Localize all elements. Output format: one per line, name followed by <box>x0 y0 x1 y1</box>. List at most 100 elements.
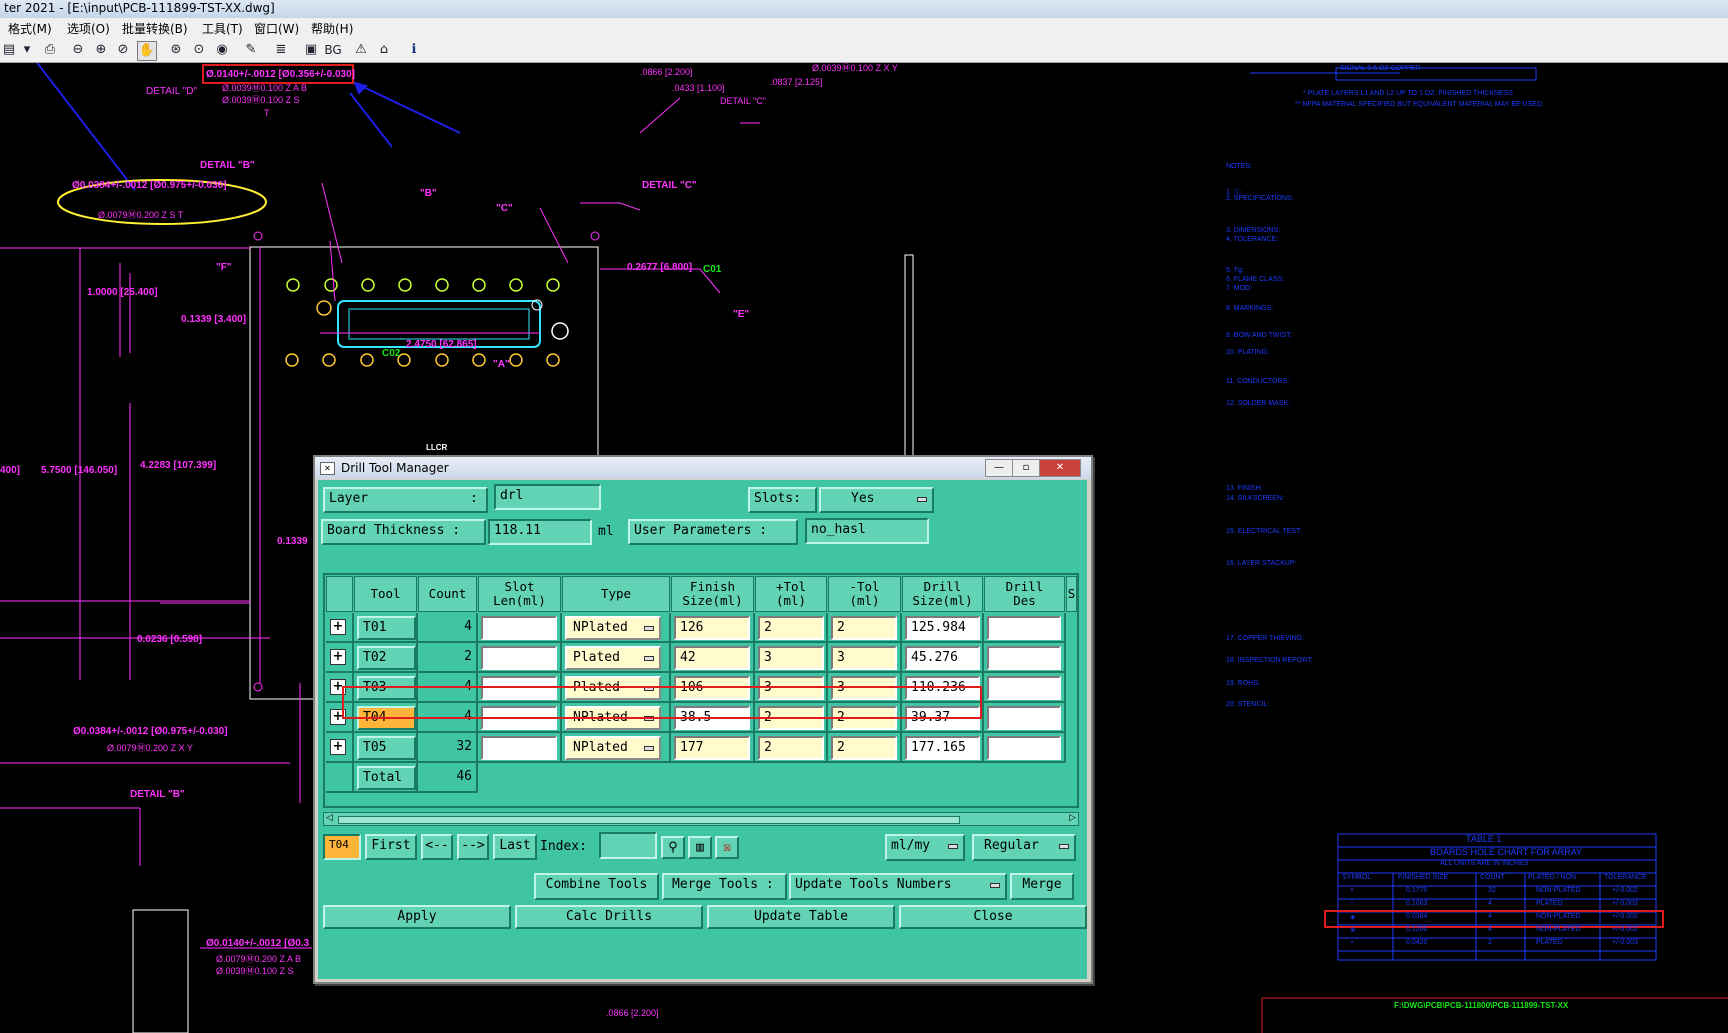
calc-drills-button[interactable]: Calc Drills <box>515 905 703 929</box>
drill-des-input[interactable] <box>987 706 1061 730</box>
prev-button[interactable]: <-- <box>421 834 453 860</box>
merge-button[interactable]: Merge <box>1010 873 1074 900</box>
zoom-out-icon[interactable]: ⊖ <box>69 41 87 59</box>
slots-dropdown[interactable]: Yes <box>819 487 934 513</box>
minus-tol-input[interactable]: 2 <box>831 616 897 640</box>
horizontal-scrollbar[interactable]: ◁ ▷ <box>323 812 1079 826</box>
next-button[interactable]: --> <box>457 834 489 860</box>
expand-plus-icon[interactable]: + <box>330 619 346 635</box>
menu-batch-convert[interactable]: 批量转换(B) <box>122 20 188 37</box>
minus-tol-input[interactable]: 3 <box>831 646 897 670</box>
type-dropdown[interactable]: NPlated <box>565 736 661 760</box>
minimize-icon[interactable]: — <box>985 459 1013 477</box>
type-dropdown[interactable]: NPlated <box>565 616 661 640</box>
expand-plus-icon[interactable]: + <box>330 649 346 665</box>
type-dropdown[interactable]: Plated <box>565 646 661 670</box>
expand-plus-icon[interactable]: + <box>330 739 346 755</box>
drill-size-input[interactable]: 45.276 <box>905 646 980 670</box>
first-button[interactable]: First <box>365 834 417 860</box>
tool-count: 4 <box>464 619 472 634</box>
zoom-window-icon[interactable]: ⊘ <box>114 41 132 59</box>
index-input[interactable] <box>599 832 657 859</box>
finish-size-input[interactable]: 42 <box>674 646 750 670</box>
plus-tol-input[interactable]: 2 <box>758 736 824 760</box>
update-table-button[interactable]: Update Table <box>707 905 895 929</box>
info-icon[interactable]: ℹ <box>405 41 423 59</box>
drill-size-input[interactable]: 177.165 <box>905 736 980 760</box>
tool-button[interactable]: T02 <box>357 646 416 670</box>
header-type: Type <box>562 576 670 612</box>
dropdown-arrow-icon[interactable]: ▾ <box>18 41 36 59</box>
scroll-thumb[interactable] <box>338 816 960 824</box>
board-thickness-input[interactable]: 118.11 <box>488 519 592 545</box>
table1-cell: 2 <box>1488 939 1492 946</box>
zoom-extents-icon[interactable]: ⊛ <box>167 41 185 59</box>
scroll-left-icon[interactable]: ◁ <box>326 813 333 823</box>
zoom-in-icon[interactable]: ⊕ <box>92 41 110 59</box>
plate-note: * PLATE LAYERS L1 AND L2 UP TO 1 OZ. FIN… <box>1303 90 1514 97</box>
home-icon[interactable]: ⌂ <box>375 41 393 59</box>
maximize-icon[interactable]: ▫ <box>1012 459 1040 477</box>
menu-tools[interactable]: 工具(T) <box>202 20 243 37</box>
note-item: 16. LAYER STACKUP: <box>1226 560 1297 567</box>
filter-icon[interactable]: ▥ <box>688 836 712 859</box>
plus-tol-input[interactable]: 2 <box>758 616 824 640</box>
drill-des-input[interactable] <box>987 676 1061 700</box>
layer-manager-icon[interactable]: ≣ <box>272 41 290 59</box>
last-button[interactable]: Last <box>493 834 537 860</box>
header-count: Count <box>418 576 477 612</box>
layers-icon[interactable]: ▤ <box>0 41 18 59</box>
menu-options[interactable]: 选项(O) <box>67 20 110 37</box>
layer-input[interactable]: drl <box>494 484 601 510</box>
tool-button[interactable]: T01 <box>357 616 416 640</box>
plus-tol-input[interactable]: 3 <box>758 646 824 670</box>
print-icon[interactable]: ⎙ <box>41 41 59 59</box>
des-cell <box>984 733 1066 763</box>
minus-tol-input[interactable]: 2 <box>831 736 897 760</box>
tool-button[interactable]: T05 <box>357 736 416 760</box>
slots-label: Slots: <box>748 487 817 513</box>
warning-icon[interactable]: ⚠ <box>352 41 370 59</box>
close-icon[interactable]: ✕ <box>1039 459 1081 477</box>
close-button[interactable]: Close <box>899 905 1087 929</box>
scroll-right-icon[interactable]: ▷ <box>1069 813 1076 823</box>
drill-size-input[interactable]: 125.984 <box>905 616 980 640</box>
menu-window[interactable]: 窗口(W) <box>254 20 299 37</box>
zoom-realtime-icon[interactable]: ⊙ <box>190 41 208 59</box>
top-dim-3: .0433 [1.100] <box>672 83 725 93</box>
menu-help[interactable]: 帮助(H) <box>311 20 353 37</box>
update-tools-numbers-dropdown[interactable]: Update Tools Numbers <box>789 873 1007 900</box>
search-icon[interactable]: ⚲ <box>661 836 685 859</box>
menu-format[interactable]: 格式(M) <box>8 20 52 37</box>
user-parameters-input[interactable]: no_hasl <box>805 518 929 544</box>
table1-cell: PLATED <box>1536 900 1563 907</box>
slot-len-input[interactable] <box>481 646 557 670</box>
table1-cell: 0.1063 <box>1406 900 1428 907</box>
drill-des-input[interactable] <box>987 646 1061 670</box>
tag-f: "F" <box>216 262 232 273</box>
delete-icon[interactable]: ☒ <box>715 836 739 859</box>
total-label: Total <box>357 766 416 790</box>
units-dropdown[interactable]: ml/my <box>885 834 965 861</box>
chevron-down-icon <box>644 656 654 661</box>
finish-size-input[interactable]: 126 <box>674 616 750 640</box>
measure-icon[interactable]: ✎ <box>242 41 260 59</box>
screenshot-icon[interactable]: ▣ <box>302 41 320 59</box>
slot-len-input[interactable] <box>481 616 557 640</box>
drill-des-input[interactable] <box>987 736 1061 760</box>
eye-icon[interactable]: ◉ <box>213 41 231 59</box>
note-item: 6. FLAME CLASS: <box>1226 276 1284 283</box>
mode-dropdown[interactable]: Regular <box>972 834 1076 861</box>
apply-button[interactable]: Apply <box>323 905 511 929</box>
dialog-title-bar[interactable]: ✕ Drill Tool Manager — ▫ ✕ <box>315 457 1091 479</box>
finish-size-input[interactable]: 177 <box>674 736 750 760</box>
combine-tools-button[interactable]: Combine Tools <box>534 873 659 900</box>
table1-cell: ⊗ <box>1350 927 1356 934</box>
table1-cell: 4 <box>1488 913 1492 920</box>
note-item: 9. BOW AND TWIST: <box>1226 332 1292 339</box>
background-button[interactable]: BG <box>322 41 344 59</box>
slot-len-input[interactable] <box>481 736 557 760</box>
drill-des-input[interactable] <box>987 616 1061 640</box>
header-plus-tol: +Tol (ml) <box>755 576 827 612</box>
pan-hand-icon[interactable]: ✋ <box>137 41 157 61</box>
